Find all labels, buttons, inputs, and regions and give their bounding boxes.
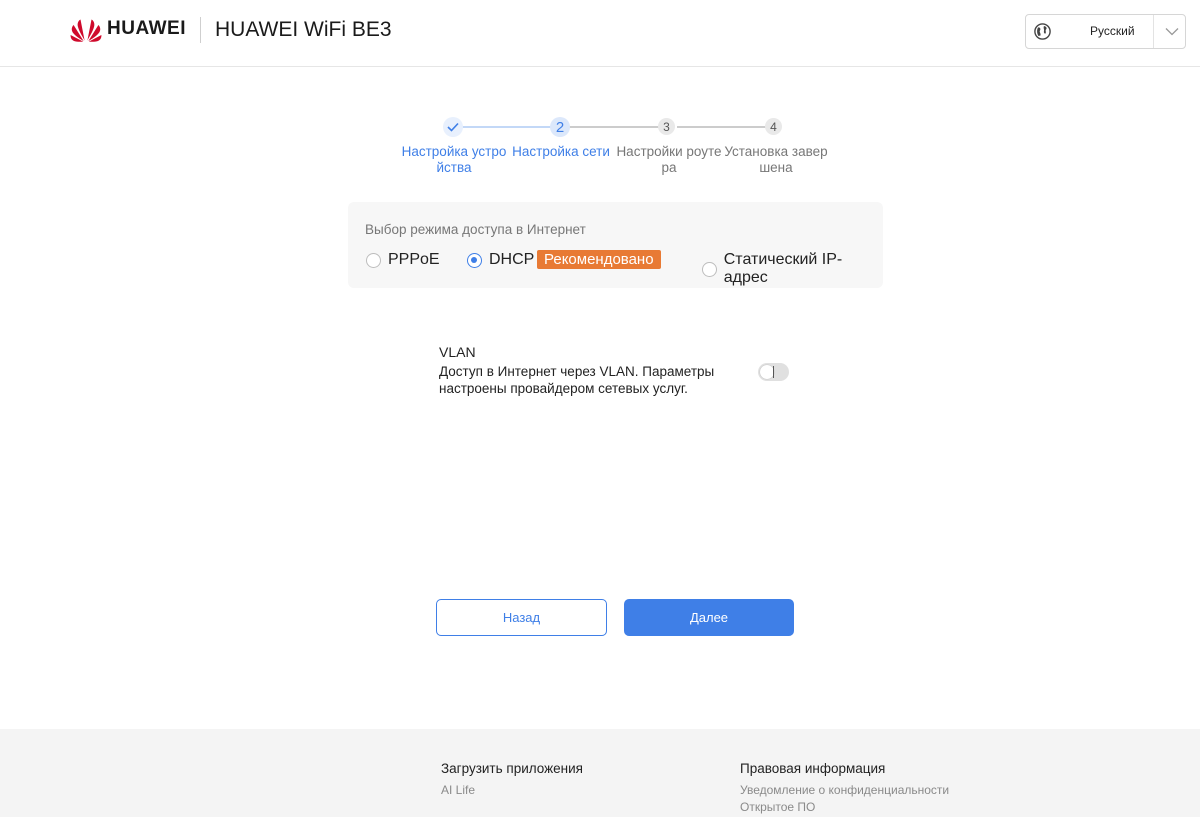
next-button[interactable]: Далее (624, 599, 794, 636)
step-2-number: 2 (550, 117, 570, 137)
footer-apps-column: Загрузить приложения AI Life (441, 761, 583, 799)
vlan-toggle[interactable] (758, 363, 789, 381)
setup-stepper: 2 3 4 Настройка устройства Настройка сет… (398, 116, 838, 186)
step-1-check-icon (443, 117, 463, 137)
radio-static-ip-indicator[interactable] (702, 261, 717, 277)
radio-dhcp-label: DHCP (489, 251, 535, 268)
language-select[interactable]: Русский (1025, 14, 1186, 49)
footer-legal-column: Правовая информация Уведомление о конфид… (740, 761, 949, 816)
step-connector-3 (677, 126, 774, 128)
radio-static-ip-label: Статический IP-адрес (723, 251, 843, 286)
step-4-number: 4 (765, 118, 782, 135)
page-footer: Загрузить приложения AI Life Правовая ин… (0, 729, 1200, 817)
step-1-label: Настройка устройства (401, 144, 507, 175)
radio-static-ip[interactable]: Статический IP-адрес (702, 251, 883, 287)
globe-icon (1034, 23, 1051, 40)
footer-legal-heading: Правовая информация (740, 761, 886, 776)
radio-dhcp[interactable]: DHCP (467, 251, 534, 269)
footer-link-ai-life[interactable]: AI Life (441, 782, 583, 799)
vlan-description: Доступ в Интернет через VLAN. Параметры … (439, 364, 715, 396)
brand-name: HUAWEI (107, 18, 186, 39)
huawei-logo: HUAWEI (70, 16, 186, 42)
footer-apps-heading: Загрузить приложения (441, 761, 583, 776)
step-3-label: Настройки роутера (616, 144, 722, 175)
vlan-title: VLAN (439, 344, 476, 360)
vlan-toggle-knob (760, 365, 774, 379)
chevron-down-icon (1165, 28, 1179, 36)
access-mode-panel: Выбор режима доступа в Интернет PPPoE DH… (348, 202, 883, 288)
step-connector-1 (461, 126, 559, 128)
step-3-number: 3 (658, 118, 675, 135)
header-divider (200, 17, 201, 43)
footer-link-privacy[interactable]: Уведомление о конфиденциальности (740, 782, 949, 799)
back-button[interactable]: Назад (436, 599, 607, 636)
top-header: HUAWEI HUAWEI WiFi BE3 Русский (0, 0, 1200, 67)
step-2-label: Настройка сети (512, 144, 610, 159)
access-mode-title: Выбор режима доступа в Интернет (365, 222, 586, 237)
step-4-label: Установка завершена (724, 144, 828, 175)
language-selected-value: Русский (1090, 24, 1135, 38)
step-connector-2 (569, 126, 666, 128)
footer-link-open-source[interactable]: Открытое ПО (740, 799, 949, 816)
language-select-separator (1153, 15, 1154, 48)
radio-pppoe-label: PPPoE (388, 251, 440, 268)
radio-pppoe[interactable]: PPPoE (366, 251, 440, 269)
huawei-flower-icon (70, 19, 102, 42)
vlan-toggle-off-mark (773, 366, 774, 378)
recommended-badge: Рекомендовано (537, 250, 661, 269)
radio-pppoe-indicator[interactable] (366, 252, 381, 268)
product-title: HUAWEI WiFi BE3 (215, 18, 392, 41)
radio-dhcp-indicator[interactable] (467, 252, 482, 268)
